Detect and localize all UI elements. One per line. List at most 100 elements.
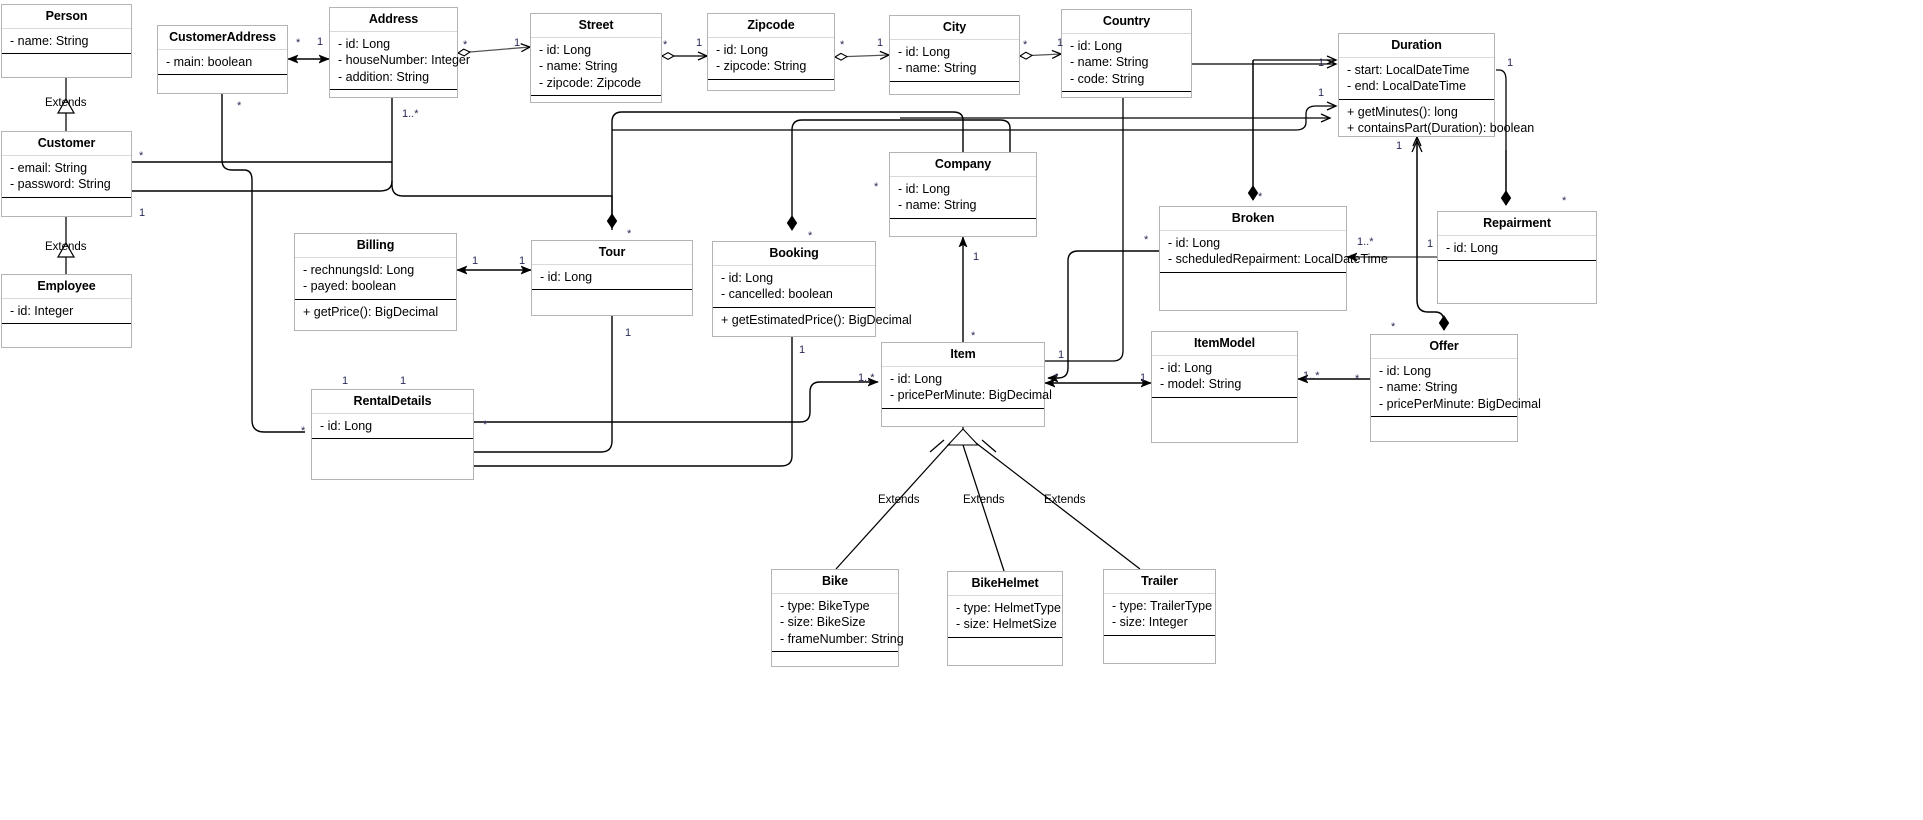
uml-class-attributes-broken: - id: Long - scheduledRepairment: LocalDa… [1160,231,1388,273]
uml-class-title-employee: Employee [2,275,131,299]
relationship-label: Extends [45,97,87,109]
uml-class-city[interactable]: City - id: Long - name: String [889,15,1020,95]
uml-attribute: - id: Long [1168,235,1221,250]
uml-class-item[interactable]: Item - id: Long - pricePerMinute: BigDecim… [881,342,1052,427]
uml-attribute: - main: boolean [166,54,253,69]
uml-diagram-canvas: Person - name: String Customer - email: Str… [0,0,1923,820]
uml-class-title-person: Person [2,5,131,29]
uml-class-person[interactable]: Person - name: String [1,4,132,78]
uml-class-attributes-itemmodel: - id: Long - model: String [1152,356,1297,398]
uml-attribute: - type: HelmetType [956,600,1061,615]
uml-class-title-city: City [890,16,1019,40]
uml-class-attributes-employee: - id: Integer [2,299,131,325]
uml-class-attributes-rentaldetails: - id: Long [312,414,473,440]
relationship-label: Extends [1044,494,1086,506]
uml-class-attributes-duration: - start: LocalDateTime - end: LocalDateTi… [1339,58,1494,100]
uml-class-methods-repairment [1438,261,1596,269]
uml-class-attributes-trailer: - type: TrailerType - size: Integer [1104,594,1215,636]
uml-attribute: - scheduledRepairment: LocalDateTime [1168,252,1388,267]
uml-attribute: - payed: boolean [303,279,397,294]
multiplicity-label: * [296,37,301,49]
uml-attribute: - type: TrailerType [1112,598,1213,613]
uml-class-itemmodel[interactable]: ItemModel - id: Long - model: String [1151,331,1298,443]
uml-class-title-offer: Offer [1371,335,1517,359]
multiplicity-label: 1 [139,207,146,219]
uml-class-methods-duration: + getMinutes(): long + containsPart(Durat… [1339,100,1534,141]
uml-class-attributes-bikehelmet: - type: HelmetType - size: HelmetSize [948,596,1062,638]
multiplicity-label: 1..* [858,372,875,384]
uml-class-offer[interactable]: Offer - id: Long - name: String - pricePerM… [1370,334,1541,442]
uml-class-bike[interactable]: Bike - type: BikeType - size: BikeSize - fr… [771,569,904,667]
uml-class-methods-booking: + getEstimatedPrice(): BigDecimal [713,308,912,333]
uml-class-customer[interactable]: Customer - email: String - password: Strin… [1,131,132,217]
uml-class-trailer[interactable]: Trailer - type: TrailerType - size: Intege… [1103,569,1216,664]
uml-class-broken[interactable]: Broken - id: Long - scheduledRepairment: L… [1159,206,1388,311]
multiplicity-label: * [840,39,845,51]
multiplicity-label: 1 [472,255,479,267]
multiplicity-label: 1 [877,37,884,49]
uml-attribute: - type: BikeType [780,598,870,613]
uml-class-attributes-bike: - type: BikeType - size: BikeSize - frameN… [772,594,904,653]
uml-class-address[interactable]: Address - id: Long - houseNumber: Integer -… [329,7,470,98]
uml-attribute: - model: String [1160,377,1242,392]
multiplicity-label: 1 [625,327,632,339]
uml-class-tour[interactable]: Tour - id: Long [531,240,693,316]
uml-class-attributes-item: - id: Long - pricePerMinute: BigDecimal [882,367,1052,409]
multiplicity-label: * [139,150,144,162]
uml-class-employee[interactable]: Employee - id: Integer [1,274,132,348]
uml-attribute: - id: Long [320,418,373,433]
uml-class-methods-offer [1371,417,1517,425]
multiplicity-label: * [663,39,668,51]
uml-class-attributes-repairment: - id: Long [1438,236,1596,262]
uml-class-company[interactable]: Company - id: Long - name: String [889,152,1037,237]
multiplicity-label: 1 [1057,37,1064,49]
uml-class-title-duration: Duration [1339,34,1494,58]
multiplicity-label: * [463,39,468,51]
uml-attribute: - name: String [898,198,977,213]
multiplicity-label: 1 [1396,140,1403,152]
uml-class-booking[interactable]: Booking - id: Long - cancelled: boolean + g… [712,241,912,337]
uml-attribute: - code: String [1070,71,1145,86]
uml-attribute: - size: HelmetSize [956,617,1057,632]
multiplicity-label: 1 [400,375,407,387]
multiplicity-label: 1 [1140,372,1147,384]
multiplicity-label: 1 [696,37,703,49]
uml-class-title-item: Item [882,343,1044,367]
uml-attribute: - name: String [1070,55,1149,70]
uml-class-repairment[interactable]: Repairment - id: Long [1437,211,1597,304]
uml-class-attributes-address: - id: Long - houseNumber: Integer - additi… [330,32,470,91]
uml-attribute: - rechnungsId: Long [303,262,415,277]
uml-class-country[interactable]: Country - id: Long - name: String - code: S… [1061,9,1192,98]
uml-attribute: - email: String [10,160,88,175]
uml-class-title-street: Street [531,14,661,38]
uml-attribute: - size: BikeSize [780,615,866,630]
uml-attribute: - name: String [10,33,89,48]
uml-class-street[interactable]: Street - id: Long - name: String - zipcode:… [530,13,662,103]
uml-attribute: - id: Long [540,269,593,284]
uml-class-methods-customeraddress [158,75,287,83]
uml-attribute: - name: String [898,61,977,76]
uml-class-methods-bikehelmet [948,638,1062,646]
uml-class-attributes-offer: - id: Long - name: String - pricePerMinute… [1371,359,1541,418]
multiplicity-label: 1..* [402,108,419,120]
uml-class-title-tour: Tour [532,241,692,265]
uml-attribute: - id: Long [539,42,592,57]
uml-class-bikehelmet[interactable]: BikeHelmet - type: HelmetType - size: Helm… [947,571,1063,666]
uml-class-zipcode[interactable]: Zipcode - id: Long - zipcode: String [707,13,835,91]
uml-attribute: - id: Long [1070,38,1123,53]
uml-class-billing[interactable]: Billing - rechnungsId: Long - payed: boole… [294,233,457,331]
uml-class-rentaldetails[interactable]: RentalDetails - id: Long [311,389,474,480]
uml-class-methods-zipcode [708,80,834,88]
uml-class-customeraddress[interactable]: CustomerAddress - main: boolean [157,25,288,94]
uml-attribute: - zipcode: Zipcode [539,75,642,90]
multiplicity-label: 1 [342,375,349,387]
uml-attribute: - id: Long [721,270,774,285]
uml-attribute: - frameNumber: String [780,631,904,646]
multiplicity-label: 1 [799,344,806,356]
uml-class-duration[interactable]: Duration - start: LocalDateTime - end: Loc… [1338,33,1534,137]
uml-attribute: - id: Integer [10,303,74,318]
uml-class-methods-billing: + getPrice(): BigDecimal [295,300,456,325]
multiplicity-label: 1 [1058,349,1065,361]
multiplicity-label: 1 [1318,57,1325,69]
multiplicity-label: 1 [1507,57,1514,69]
